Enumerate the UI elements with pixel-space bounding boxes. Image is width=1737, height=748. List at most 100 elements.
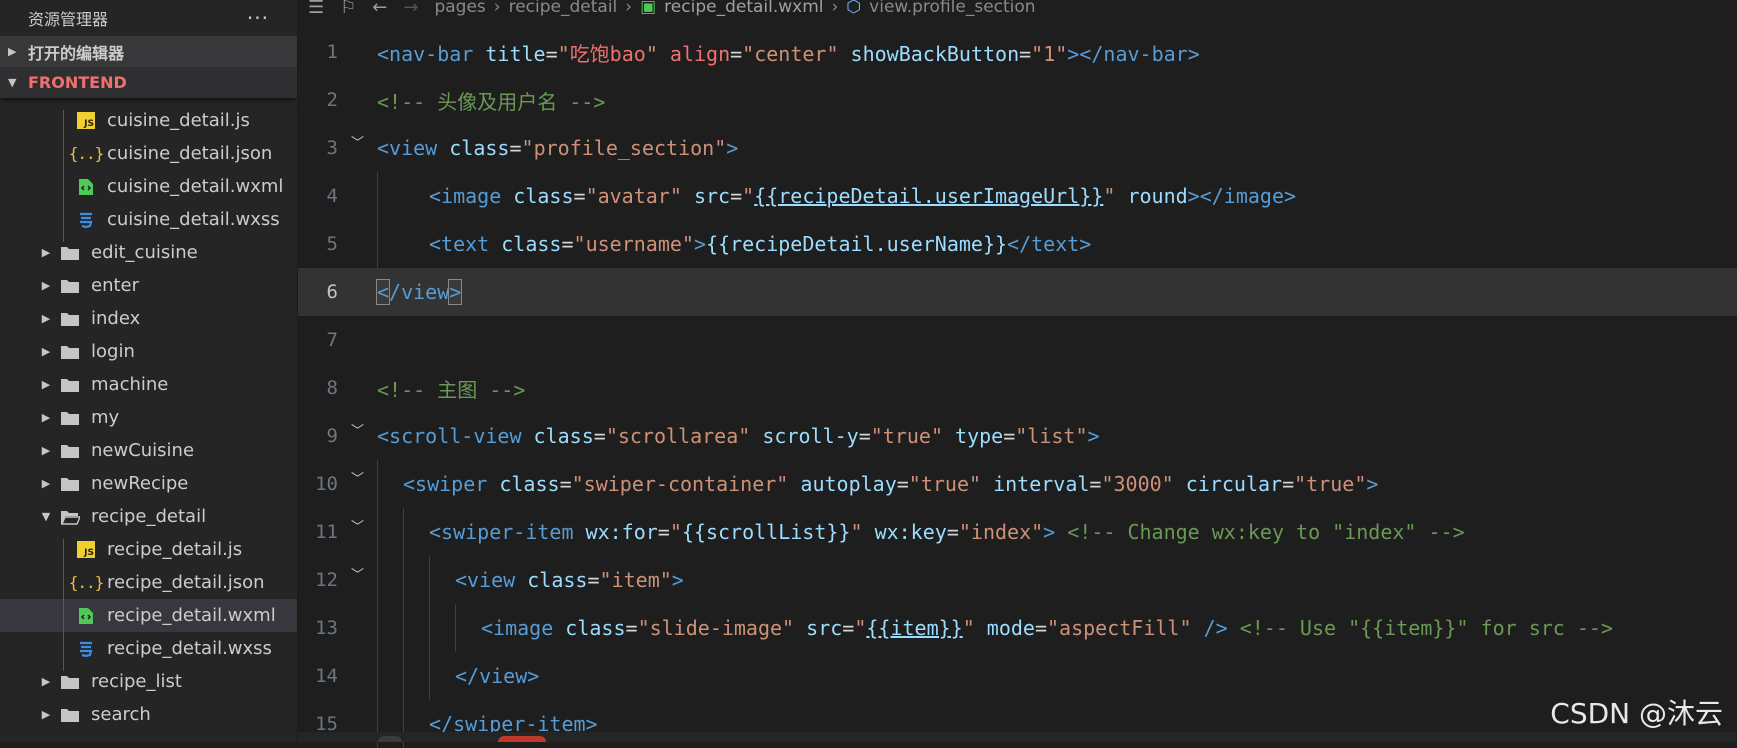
tree-file-item[interactable]: {..} cuisine_detail.json <box>0 137 297 170</box>
line-number: 7 <box>326 329 338 351</box>
tree-folder-item[interactable]: ▶ search <box>0 698 297 731</box>
tree-folder-item[interactable]: ▶ my <box>0 401 297 434</box>
tree-file-item[interactable]: recipe_detail.wxml <box>0 599 297 632</box>
line-number: 10 <box>315 473 338 495</box>
chevron-down-icon[interactable]: ﹀ <box>351 132 364 151</box>
tree-folder-item[interactable]: ▶ recipe_list <box>0 665 297 698</box>
chevron-right-icon: › <box>625 0 633 17</box>
line-content[interactable]: <nav-bar title="吃饱bao" align="center" sh… <box>377 38 1200 67</box>
tree-item-label: recipe_detail.js <box>107 539 243 560</box>
chevron-right-icon: ▶ <box>41 675 51 688</box>
tree-item-label: cuisine_detail.json <box>107 143 273 164</box>
breadcrumb-item-folder[interactable]: recipe_detail <box>509 0 618 17</box>
line-content[interactable]: <swiper class="swiper-container" autopla… <box>403 472 1378 496</box>
line-content[interactable]: <view class="profile_section"> <box>377 136 738 160</box>
code-line[interactable]: 7 <box>298 316 1737 364</box>
line-number: 4 <box>326 185 338 207</box>
folder-icon <box>59 310 81 328</box>
breadcrumb-item-file[interactable]: recipe_detail.wxml <box>664 0 823 17</box>
file-tree: JS cuisine_detail.js {..} cuisine_detail.js… <box>0 104 297 731</box>
code-line[interactable]: 4 <image class="avatar" src="{{recipeDet… <box>298 172 1737 220</box>
code-line[interactable]: 3 ﹀ <view class="profile_section"> <box>298 124 1737 172</box>
tree-file-item[interactable]: cuisine_detail.wxss <box>0 203 297 236</box>
folder-icon <box>59 343 81 361</box>
frontend-section[interactable]: ▼ FRONTEND <box>0 67 297 98</box>
back-arrow-icon[interactable]: ← <box>372 0 387 18</box>
line-content[interactable]: <image class="avatar" src="{{recipeDetai… <box>429 184 1296 208</box>
tree-item-label: machine <box>91 374 169 395</box>
code-line[interactable]: 13 <image class="slide-image" src="{{ite… <box>298 604 1737 652</box>
indent-guide <box>429 556 430 604</box>
forward-arrow-icon[interactable]: → <box>403 0 418 18</box>
open-editors-label: 打开的编辑器 <box>28 43 125 63</box>
indent-guide <box>377 220 378 268</box>
tree-folder-item[interactable]: ▼ recipe_detail <box>0 500 297 533</box>
code-line[interactable]: 5 <text class="username">{{recipeDetail.… <box>298 220 1737 268</box>
chevron-down-icon[interactable]: ﹀ <box>351 420 364 439</box>
indent-guide <box>377 508 378 556</box>
line-content[interactable]: <swiper-item wx:for="{{scrollList}}" wx:… <box>429 520 1465 544</box>
chevron-down-icon: ▼ <box>41 510 51 523</box>
line-content[interactable]: <image class="slide-image" src="{{item}}… <box>481 616 1613 640</box>
list-icon[interactable]: ☰ <box>308 0 324 18</box>
code-editor[interactable]: ☰ ⚐ ← → pages › recipe_detail › ▣ recipe… <box>298 0 1737 748</box>
json-file-icon: {..} <box>68 573 105 592</box>
code-lines[interactable]: 1 <nav-bar title="吃饱bao" align="center" … <box>298 28 1737 748</box>
tree-file-item[interactable]: {..} recipe_detail.json <box>0 566 297 599</box>
folder-icon <box>59 376 81 394</box>
chevron-down-icon[interactable]: ﹀ <box>351 468 364 487</box>
code-line[interactable]: 10 ﹀ <swiper class="swiper-container" au… <box>298 460 1737 508</box>
tree-folder-item[interactable]: ▶ edit_cuisine <box>0 236 297 269</box>
line-content[interactable]: </view> <box>375 279 463 305</box>
tree-folder-item[interactable]: ▶ index <box>0 302 297 335</box>
tree-file-item[interactable]: cuisine_detail.wxml <box>0 170 297 203</box>
line-number: 2 <box>326 89 338 111</box>
chevron-right-icon: › <box>493 0 501 17</box>
tree-item-label: cuisine_detail.wxml <box>107 176 284 197</box>
folder-icon <box>59 277 81 295</box>
tree-file-item[interactable]: JS cuisine_detail.js <box>0 104 297 137</box>
code-line[interactable]: 2 <!-- 头像及用户名 --> <box>298 76 1737 124</box>
code-line[interactable]: 9 ﹀ <scroll-view class="scrollarea" scro… <box>298 412 1737 460</box>
chevron-down-icon[interactable]: ﹀ <box>351 516 364 535</box>
explorer-sidebar: 资源管理器 ··· ▶ 打开的编辑器 ▼ FRONTEND JS cuisine_… <box>0 0 298 742</box>
line-content[interactable]: <!-- 主图 --> <box>377 374 525 403</box>
chevron-right-icon: ▶ <box>41 345 51 358</box>
code-line[interactable]: 11 ﹀ <swiper-item wx:for="{{scrollList}}… <box>298 508 1737 556</box>
code-line[interactable]: 14 </view> <box>298 652 1737 700</box>
open-editors-section[interactable]: ▶ 打开的编辑器 <box>0 36 297 67</box>
tree-file-item[interactable]: JS recipe_detail.js <box>0 533 297 566</box>
line-content[interactable]: </view> <box>455 664 539 688</box>
json-file-icon: {..} <box>68 144 105 163</box>
tree-folder-item[interactable]: ▶ newRecipe <box>0 467 297 500</box>
chevron-right-icon: ▶ <box>41 279 51 292</box>
tree-folder-item[interactable]: ▶ machine <box>0 368 297 401</box>
panel-tab[interactable] <box>378 736 402 742</box>
breadcrumb-item-pages[interactable]: pages <box>434 0 485 17</box>
tree-folder-item[interactable]: ▶ login <box>0 335 297 368</box>
line-content[interactable]: <view class="item"> <box>455 568 684 592</box>
tree-folder-item[interactable]: ▶ newCuisine <box>0 434 297 467</box>
folder-icon <box>59 475 81 493</box>
code-line[interactable]: 12 ﹀ <view class="item"> <box>298 556 1737 604</box>
tree-item-label: my <box>91 407 120 428</box>
code-line-current[interactable]: 6 </view> <box>298 268 1737 316</box>
breadcrumb-item-symbol[interactable]: view.profile_section <box>869 0 1035 17</box>
code-line[interactable]: 1 <nav-bar title="吃饱bao" align="center" … <box>298 28 1737 76</box>
tree-folder-item[interactable]: ▶ enter <box>0 269 297 302</box>
line-number: 13 <box>315 617 338 639</box>
chevron-right-icon: ▶ <box>41 246 51 259</box>
line-content[interactable]: <text class="username">{{recipeDetail.us… <box>429 232 1091 256</box>
tree-file-item[interactable]: recipe_detail.wxss <box>0 632 297 665</box>
line-content[interactable]: <scroll-view class="scrollarea" scroll-y… <box>377 424 1100 448</box>
chevron-down-icon[interactable]: ﹀ <box>351 564 364 583</box>
tree-item-label: recipe_list <box>91 671 182 692</box>
more-actions-icon[interactable]: ··· <box>247 6 269 30</box>
panel-tab-alert[interactable] <box>498 736 546 742</box>
code-line[interactable]: 8 <!-- 主图 --> <box>298 364 1737 412</box>
tree-item-label: recipe_detail.wxml <box>107 605 276 626</box>
line-content[interactable]: <!-- 头像及用户名 --> <box>377 86 605 115</box>
bookmark-icon[interactable]: ⚐ <box>340 0 356 18</box>
tree-indent-guide <box>63 539 64 671</box>
indent-guide <box>429 604 430 652</box>
